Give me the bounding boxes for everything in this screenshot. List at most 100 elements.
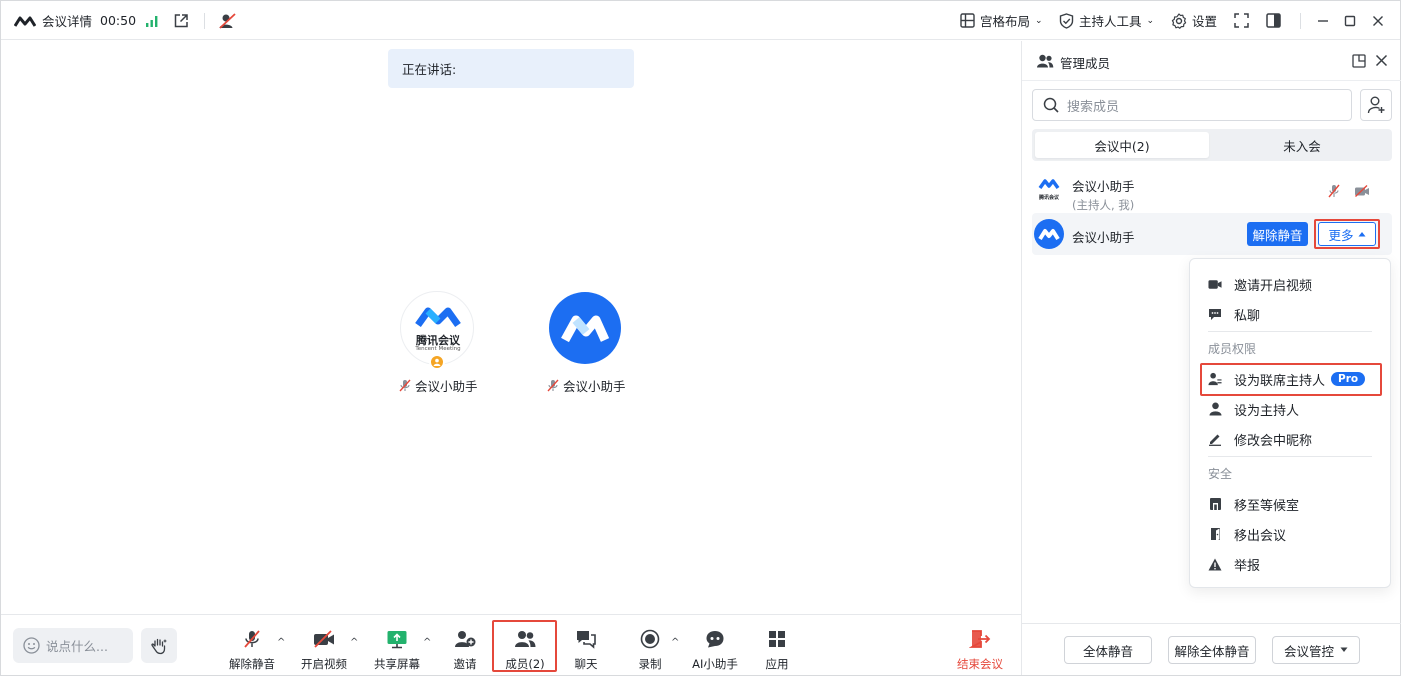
signal-strength-icon[interactable] — [145, 1, 159, 40]
mic-muted-icon[interactable] — [1328, 184, 1340, 198]
audio-options-caret[interactable]: ^ — [277, 637, 285, 648]
record-icon — [640, 629, 660, 649]
divider — [1300, 13, 1301, 29]
member-row[interactable]: 腾讯会议 会议小助手 (主持人, 我) — [1032, 170, 1392, 212]
member-search-input[interactable]: 搜索成员 — [1032, 89, 1352, 121]
panel-title: 管理成员 — [1060, 56, 1111, 71]
meeting-info-label: 会议详情 — [42, 14, 93, 29]
close-window-icon[interactable] — [1372, 1, 1384, 40]
chat-bubble-icon — [1209, 308, 1221, 320]
menu-item-invite-video[interactable]: 邀请开启视频 — [1190, 269, 1390, 299]
chat-button[interactable]: 聊天 — [569, 619, 603, 673]
participant-avatar[interactable] — [549, 292, 621, 364]
meeting-control-button[interactable]: 会议管控 — [1272, 636, 1360, 664]
pro-badge: Pro — [1331, 372, 1366, 386]
mic-muted-icon — [244, 630, 260, 648]
fullscreen-icon[interactable] — [1234, 1, 1249, 40]
record-button[interactable]: 录制 — [633, 619, 667, 673]
mute-all-button[interactable]: 全体静音 — [1064, 636, 1152, 664]
participant-name-tag: 会议小助手 — [399, 376, 478, 395]
grid-layout-button[interactable]: 宫格布局 ⌄ — [960, 1, 1043, 40]
menu-item-rename[interactable]: 修改会中昵称 — [1190, 424, 1390, 454]
menu-item-remove[interactable]: 移出会议 — [1190, 519, 1390, 549]
menu-item-report[interactable]: 举报 — [1190, 549, 1390, 579]
quick-chat-input[interactable]: 说点什么... — [13, 628, 133, 663]
caret-up-icon — [1358, 232, 1365, 237]
share-screen-icon — [387, 631, 407, 649]
open-external-icon[interactable] — [173, 1, 189, 40]
settings-button[interactable]: 设置 — [1171, 1, 1217, 40]
popout-icon[interactable] — [1352, 54, 1366, 68]
add-person-icon — [1367, 96, 1385, 114]
tab-not-joined[interactable]: 未入会 — [1215, 132, 1389, 158]
apps-button[interactable]: 应用 — [760, 619, 794, 673]
unmute-label: 解除静音 — [229, 657, 275, 671]
invite-button[interactable]: 邀请 — [448, 619, 482, 673]
share-screen-button[interactable]: 共享屏幕 — [374, 619, 420, 673]
minimize-icon[interactable] — [1317, 1, 1329, 40]
person-icon — [1209, 402, 1221, 416]
menu-item-label: 私聊 — [1234, 308, 1261, 324]
menu-item-label: 修改会中昵称 — [1234, 433, 1313, 449]
menu-item-label: 邀请开启视频 — [1234, 278, 1313, 294]
meeting-info-button[interactable]: 会议详情 — [14, 1, 92, 40]
host-tools-label: 主持人工具 — [1079, 14, 1142, 29]
start-video-button[interactable]: 开启视频 — [301, 619, 347, 673]
menu-item-private-chat[interactable]: 私聊 — [1190, 299, 1390, 329]
panel-footer: 全体静音 解除全体静音 会议管控 — [1022, 623, 1401, 675]
video-options-caret[interactable]: ^ — [350, 637, 358, 648]
member-name: 会议小助手 — [1072, 230, 1135, 245]
edit-icon — [1209, 434, 1221, 446]
apps-label: 应用 — [765, 657, 789, 671]
unmute-button[interactable]: 解除静音 — [229, 619, 275, 673]
more-options-button[interactable]: 更多 — [1318, 222, 1376, 246]
menu-item-label: 设为联席主持人 — [1234, 373, 1326, 389]
ai-assistant-button[interactable]: AI小助手 — [691, 619, 739, 673]
add-member-button[interactable] — [1360, 89, 1392, 121]
settings-label: 设置 — [1192, 14, 1218, 29]
raise-hand-button[interactable] — [141, 628, 177, 663]
unmute-all-button[interactable]: 解除全体静音 — [1168, 636, 1256, 664]
participant-name: 会议小助手 — [563, 379, 626, 394]
menu-item-label: 移出会议 — [1234, 528, 1287, 544]
side-panel-toggle-icon[interactable] — [1266, 1, 1281, 40]
warning-icon — [1208, 558, 1222, 570]
tencent-meeting-logo-icon — [14, 16, 36, 27]
close-icon[interactable] — [1375, 54, 1388, 67]
recording-off-icon[interactable] — [218, 1, 238, 40]
tencent-meeting-logo-icon — [561, 315, 610, 343]
member-avatar: 腾讯会议 — [1038, 178, 1060, 201]
search-icon — [1043, 97, 1059, 113]
record-options-caret[interactable]: ^ — [671, 637, 679, 648]
ai-assistant-label: AI小助手 — [692, 657, 738, 671]
chevron-down-icon: ⌄ — [1035, 15, 1043, 26]
host-tools-button[interactable]: 主持人工具 ⌄ — [1059, 1, 1154, 40]
host-badge-icon — [429, 354, 445, 370]
menu-item-label: 设为主持人 — [1234, 403, 1300, 419]
mic-muted-icon — [547, 379, 559, 392]
menu-item-set-host[interactable]: 设为主持人 — [1190, 394, 1390, 424]
members-button[interactable]: 成员(2) — [496, 619, 554, 673]
menu-item-move-to-waiting-room[interactable]: 移至等候室 — [1190, 489, 1390, 519]
menu-item-set-cohost[interactable]: 设为联席主持人 Pro — [1190, 364, 1390, 394]
invite-label: 邀请 — [453, 657, 477, 671]
unmute-member-button[interactable]: 解除静音 — [1247, 222, 1308, 246]
end-meeting-button[interactable]: 结束会议 — [954, 619, 1006, 673]
caret-down-icon — [1340, 647, 1348, 652]
video-off-icon[interactable] — [1354, 185, 1370, 197]
members-icon — [515, 631, 536, 647]
menu-item-label: 移至等候室 — [1234, 498, 1300, 514]
emoji-icon — [23, 637, 40, 654]
meeting-timer: 00:50 — [100, 13, 137, 28]
meeting-control-label: 会议管控 — [1283, 643, 1334, 659]
share-screen-label: 共享屏幕 — [374, 657, 420, 671]
cohost-icon — [1208, 372, 1222, 386]
video-stage: 正在讲话: 腾讯会议 Tencent Meeting 会议小助手 会议小助手 — [1, 41, 1021, 614]
exit-meeting-icon — [969, 630, 991, 648]
tab-in-meeting[interactable]: 会议中(2) — [1035, 132, 1209, 158]
maximize-icon[interactable] — [1344, 1, 1356, 40]
share-options-caret[interactable]: ^ — [423, 637, 431, 648]
member-avatar — [1034, 219, 1064, 249]
gear-icon — [1171, 12, 1187, 29]
add-person-icon — [455, 631, 476, 647]
